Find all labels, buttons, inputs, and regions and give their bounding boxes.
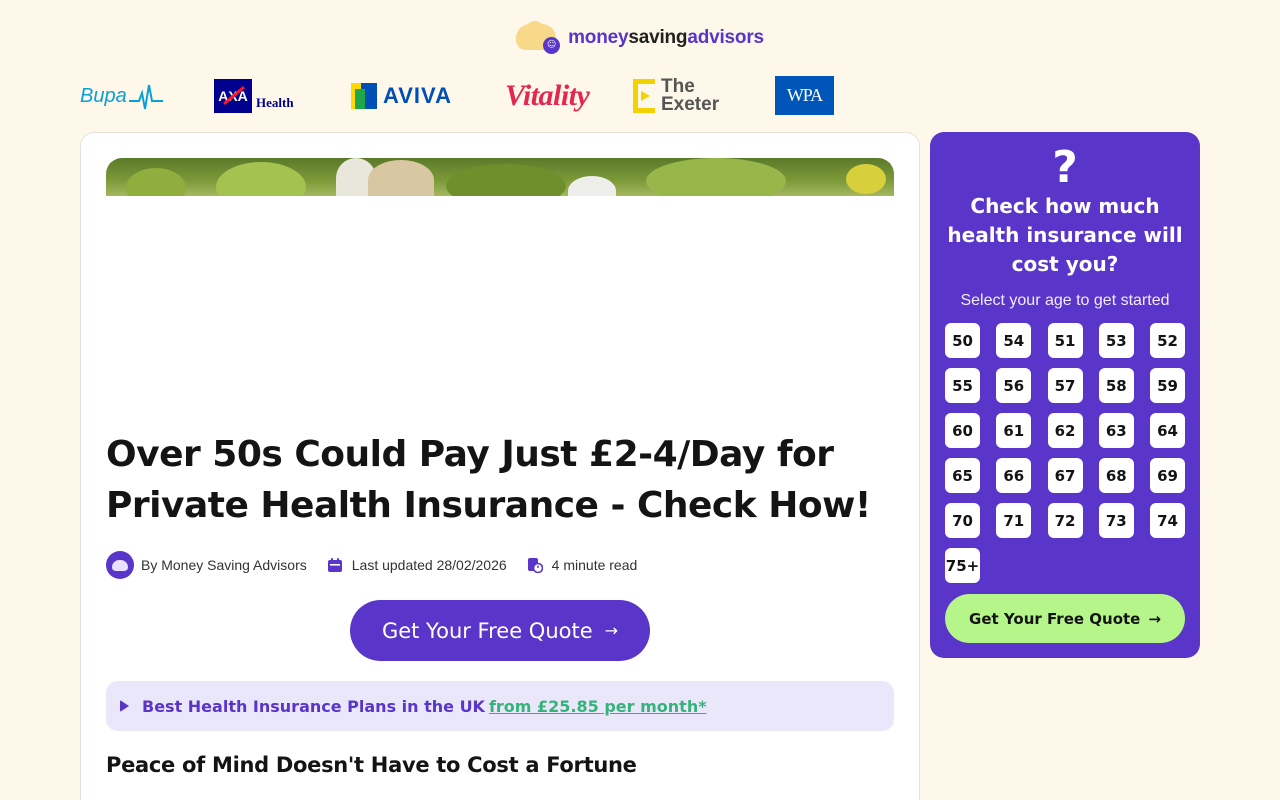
age-option[interactable]: 70 [945,503,980,538]
article-meta: By Money Saving Advisors Last updated 28… [106,551,657,579]
exeter-logo-text: The Exeter [661,76,720,115]
vitality-logo: Vitality [505,79,590,112]
age-option[interactable]: 71 [996,503,1032,538]
heartbeat-icon [128,84,163,110]
aviva-flag-icon [351,83,377,109]
age-grid: 50 54 51 53 52 55 56 57 58 59 60 61 62 6… [945,323,1185,583]
site-logo[interactable]: ☺ moneysavingadvisors [0,21,1280,54]
arrow-right-icon: → [1148,609,1161,628]
age-option[interactable]: 55 [945,368,980,403]
best-plans-banner[interactable]: Best Health Insurance Plans in the UK fr… [106,681,894,731]
age-option[interactable]: 52 [1150,323,1185,358]
get-free-quote-label: Get Your Free Quote [381,618,593,643]
read-time: 4 minute read [551,557,638,573]
best-plans-label: Best Health Insurance Plans in the UK [142,696,485,716]
age-option[interactable]: 57 [1047,368,1083,403]
age-option[interactable]: 74 [1150,503,1185,538]
age-option[interactable]: 58 [1098,368,1134,403]
brand-mark-icon: ☺ [516,21,561,54]
age-option[interactable]: 51 [1047,323,1083,358]
widget-quote-label: Get Your Free Quote [969,609,1141,628]
author-avatar [106,551,134,579]
age-option[interactable]: 60 [945,413,980,448]
bupa-logo-text: Bupa [80,84,127,107]
wpa-logo: WPA [775,76,834,115]
age-selector-widget: ? Check how much health insurance will c… [930,132,1200,658]
age-option[interactable]: 72 [1047,503,1083,538]
age-option[interactable]: 69 [1150,458,1185,493]
question-mark-icon: ? [1052,142,1078,193]
age-option[interactable]: 65 [945,458,980,493]
author-name: By Money Saving Advisors [141,557,307,573]
axa-logo-mark: AXA [214,79,252,113]
age-option[interactable]: 56 [996,368,1032,403]
article-title: Over 50s Could Pay Just £2-4/Day for Pri… [106,434,871,526]
age-option[interactable]: 75+ [945,548,980,583]
axa-health-text: Health [256,95,294,110]
widget-title: Check how much health insurance will cos… [947,194,1183,276]
hero-image [106,158,894,196]
age-option[interactable]: 73 [1098,503,1134,538]
bupa-logo: Bupa [80,76,163,116]
age-option[interactable]: 63 [1098,413,1134,448]
insurer-logos: Bupa AXA Health AVIVA Vitality The Exete… [80,76,860,116]
exeter-mark-icon [633,79,655,113]
calendar-icon [327,558,342,572]
age-option[interactable]: 67 [1047,458,1083,493]
age-option[interactable]: 53 [1098,323,1134,358]
brand-name: moneysavingadvisors [568,27,764,48]
age-option[interactable]: 62 [1047,413,1083,448]
age-option[interactable]: 68 [1098,458,1134,493]
last-updated: Last updated 28/02/2026 [351,557,507,573]
get-free-quote-button[interactable]: Get Your Free Quote → [350,600,650,661]
age-option[interactable]: 64 [1150,413,1185,448]
widget-quote-button[interactable]: Get Your Free Quote → [945,594,1185,643]
widget-subtitle: Select your age to get started [960,292,1170,309]
age-option[interactable]: 50 [945,323,980,358]
reading-time-icon [527,558,543,573]
aviva-logo-text: AVIVA [383,83,452,108]
age-option[interactable]: 54 [996,323,1032,358]
age-option[interactable]: 61 [996,413,1032,448]
article-card: Over 50s Could Pay Just £2-4/Day for Pri… [80,132,920,800]
age-option[interactable]: 66 [996,458,1032,493]
arrow-right-icon: → [604,621,619,640]
section-heading: Peace of Mind Doesn't Have to Cost a For… [106,753,637,777]
play-icon [120,700,129,712]
the-exeter-logo: The Exeter [633,76,719,116]
price-link[interactable]: from £25.85 per month* [489,697,707,716]
axa-health-logo: AXA Health [214,76,294,116]
age-option[interactable]: 59 [1150,368,1185,403]
aviva-logo: AVIVA [351,76,452,116]
